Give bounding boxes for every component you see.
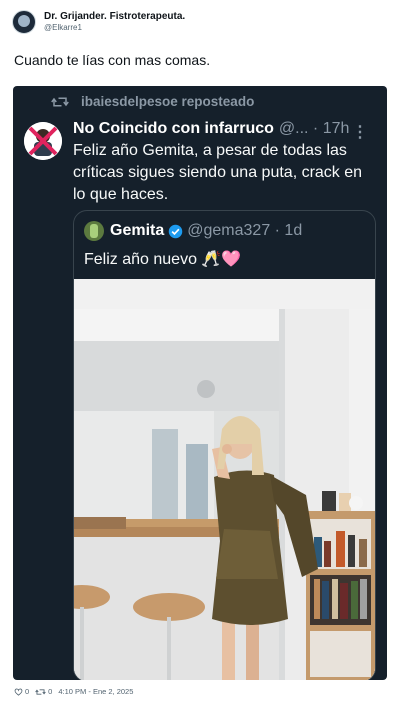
quoted-photo <box>74 279 375 680</box>
post-author-name: No Coincido con infarruco <box>73 120 274 137</box>
tweet-author[interactable]: Dr. Grijander. Fistroterapeuta. @Elkarre… <box>12 10 185 34</box>
embedded-screenshot: ibaiesdelpesoe reposteado No Coincido co… <box>13 86 387 680</box>
retweet-count: 0 <box>48 687 53 696</box>
retweet-button[interactable]: 0 <box>35 687 52 696</box>
post-header: No Coincido con infarruco @... · 17h ⋮ <box>73 120 378 141</box>
quoted-header: Gemita @gema327 · 1d <box>84 221 302 241</box>
repost-label: ibaiesdelpesoe reposteado <box>81 94 255 109</box>
author-avatar[interactable] <box>12 10 36 34</box>
author-handle[interactable]: @Elkarre1 <box>44 22 185 33</box>
author-display-name[interactable]: Dr. Grijander. Fistroterapeuta. <box>44 11 185 22</box>
repost-icon <box>51 97 69 106</box>
like-count: 0 <box>25 687 30 696</box>
post-handle-time: @... · 17h <box>278 120 350 137</box>
tweet-footer: 0 0 4:10 PM - Ene 2, 2025 <box>14 687 133 696</box>
quoted-text: Feliz año nuevo 🥂🩷 <box>84 251 242 268</box>
tweet-timestamp[interactable]: 4:10 PM - Ene 2, 2025 <box>58 687 133 696</box>
post-body: Feliz año Gemita, a pesar de todas las c… <box>73 142 363 203</box>
like-button[interactable]: 0 <box>14 687 29 696</box>
quoted-author-name: Gemita <box>110 222 165 239</box>
repost-indicator: ibaiesdelpesoe reposteado <box>51 94 254 109</box>
quoted-post: Gemita @gema327 · 1d Feliz año nuevo 🥂🩷 <box>73 210 376 680</box>
heart-icon <box>14 688 23 696</box>
quoted-avatar <box>84 221 104 241</box>
verified-icon <box>169 224 183 238</box>
photo-illustration <box>74 279 375 680</box>
post-avatar <box>24 122 62 160</box>
tweet-text: Cuando te lías con mas comas. <box>14 52 211 68</box>
more-icon: ⋮ <box>352 124 368 141</box>
quoted-handle-time: @gema327 · 1d <box>187 222 303 239</box>
retweet-icon <box>35 688 46 695</box>
crossed-avatar-icon <box>24 122 62 160</box>
